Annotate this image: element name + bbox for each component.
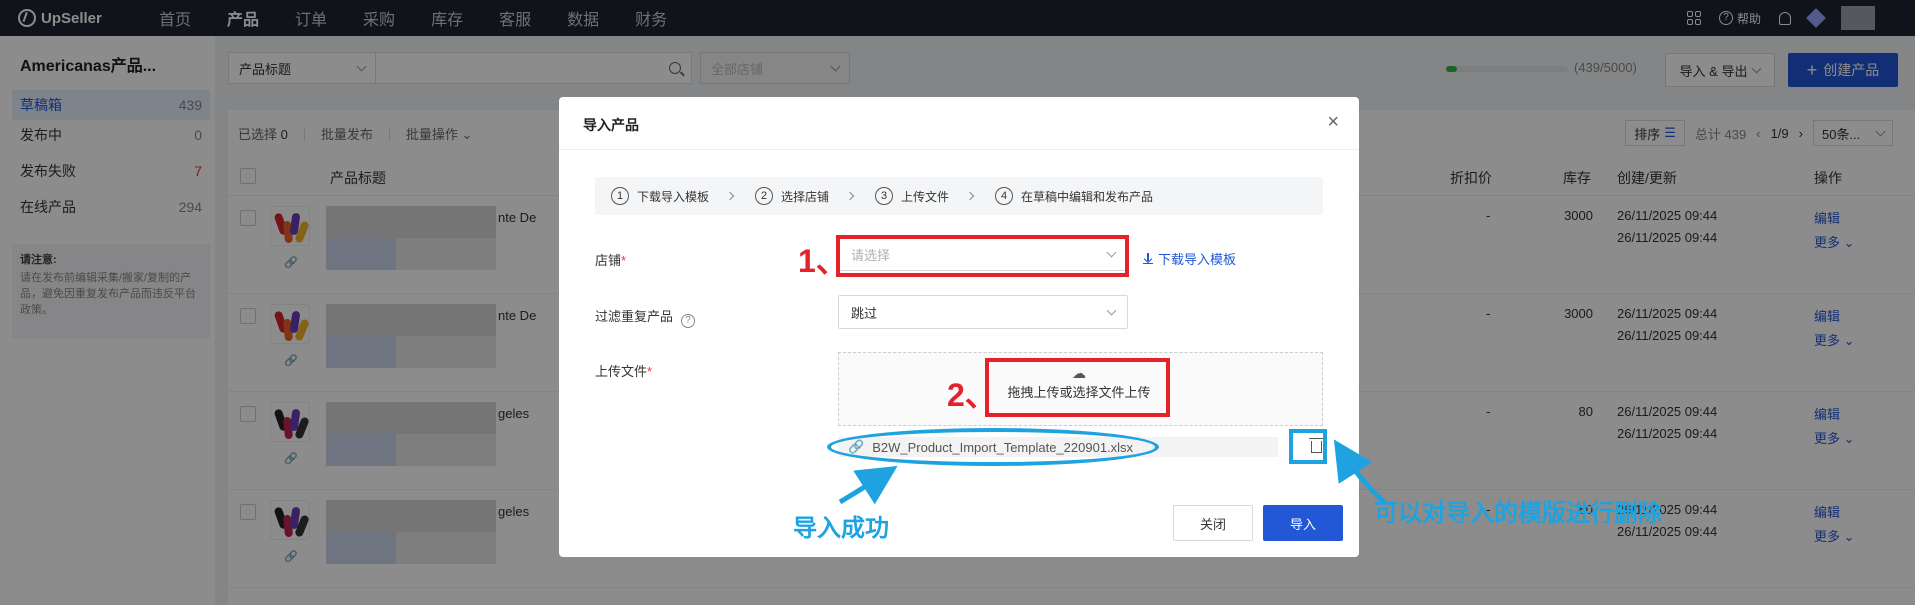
annotation-import-success: 导入成功 <box>793 515 889 542</box>
annotation-delete-hint: 可以对导入的模版进行删除 <box>1374 500 1662 527</box>
arrow-to-file <box>838 465 898 505</box>
